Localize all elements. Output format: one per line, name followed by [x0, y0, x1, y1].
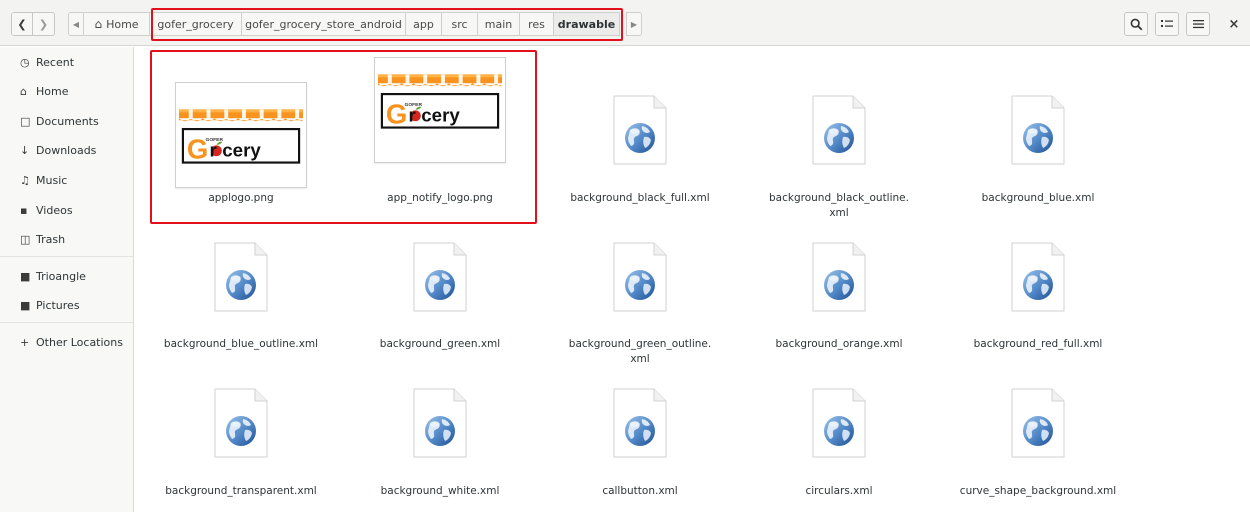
file-name: background_black_full.xml [550, 191, 730, 206]
image-thumbnail [175, 82, 307, 188]
close-icon: × [1228, 16, 1240, 32]
clock-icon: ◷ [20, 55, 30, 69]
file-name-line: background_blue_outline.xml [163, 338, 319, 350]
file-name: background_black_outline.xml [749, 191, 929, 221]
file-name-line: circulars.xml [805, 485, 873, 497]
xml-file-icon [613, 242, 667, 312]
sidebar-separator [0, 256, 134, 257]
folder-icon: ■ [20, 269, 31, 283]
home-icon: ⌂ [94, 17, 103, 31]
plus-icon: + [20, 335, 30, 349]
file-name: curve_shape_background.xml [948, 484, 1128, 499]
forward-button[interactable]: ❯ [33, 12, 55, 36]
back-button[interactable]: ❮ [11, 12, 33, 36]
image-thumbnail [374, 57, 506, 163]
file-name: background_blue.xml [948, 191, 1128, 206]
xml-file-icon [1011, 95, 1065, 165]
breadcrumb-scroll-right[interactable]: ▶ [626, 12, 642, 36]
xml-file-icon [1011, 388, 1065, 458]
breadcrumb-item-gofer-grocery[interactable]: gofer_grocery [150, 12, 242, 36]
sidebar-item-other-locations[interactable]: + Other Locations [0, 329, 134, 355]
trash-icon: ◫ [20, 232, 31, 246]
header-bar: ❮ ❯ ◀ ⌂ Home gofer_grocery gofer_grocery… [0, 0, 1250, 46]
file-name: callbutton.xml [550, 484, 730, 499]
file-name: background_white.xml [350, 484, 530, 499]
file-name-line: background_green_outline. [568, 338, 712, 350]
file-name-line: background_black_outline. [769, 192, 909, 204]
file-name-line: background_white.xml [380, 485, 500, 497]
sidebar-item-home[interactable]: ⌂ Home [0, 78, 134, 104]
xml-file-icon [812, 388, 866, 458]
sidebar-item-downloads[interactable]: ↓ Downloads [0, 137, 134, 163]
grocery-logo-image [376, 64, 504, 134]
file-name-line: callbutton.xml [602, 485, 678, 497]
xml-file-icon [812, 95, 866, 165]
view-options-button[interactable] [1155, 12, 1179, 36]
breadcrumb-item-drawable[interactable]: drawable [554, 12, 620, 36]
sidebar: ◷ Recent ⌂ Home □ Documents ↓ Downloads … [0, 47, 134, 512]
breadcrumb-scroll-left[interactable]: ◀ [68, 12, 84, 36]
file-name-line: background_orange.xml [775, 338, 903, 350]
xml-file-icon [214, 388, 268, 458]
sidebar-item-trioangle[interactable]: ■ Trioangle [0, 263, 134, 289]
sidebar-item-music[interactable]: ♫ Music [0, 167, 134, 193]
sidebar-item-videos[interactable]: ▪ Videos [0, 197, 134, 223]
breadcrumb-item-src[interactable]: src [442, 12, 478, 36]
music-icon: ♫ [20, 173, 30, 187]
breadcrumb-home[interactable]: ⌂ Home [84, 12, 150, 36]
sidebar-separator [0, 322, 134, 323]
home-icon: ⌂ [20, 84, 27, 98]
search-icon [1130, 18, 1142, 30]
xml-file-icon [413, 388, 467, 458]
triangle-left-icon: ◀ [72, 19, 80, 29]
file-name: background_transparent.xml [151, 484, 331, 499]
breadcrumb-item-app[interactable]: app [406, 12, 442, 36]
file-name-line: xml [829, 207, 849, 219]
xml-file-icon [1011, 242, 1065, 312]
xml-file-icon [613, 388, 667, 458]
xml-file-icon [812, 242, 866, 312]
file-name: applogo.png [151, 191, 331, 206]
file-name-line: background_red_full.xml [973, 338, 1103, 350]
file-name: background_blue_outline.xml [151, 337, 331, 352]
file-name: background_orange.xml [749, 337, 929, 352]
breadcrumb-item-main[interactable]: main [478, 12, 520, 36]
grocery-logo-image [177, 99, 305, 169]
file-name-line: app_notify_logo.png [387, 192, 493, 204]
chevron-left-icon: ❮ [17, 17, 27, 31]
hamburger-icon [1192, 20, 1204, 29]
file-name: background_green.xml [350, 337, 530, 352]
chevron-right-icon: ❯ [38, 17, 49, 31]
sidebar-item-recent[interactable]: ◷ Recent [0, 49, 134, 75]
video-icon: ▪ [20, 203, 28, 217]
sidebar-item-documents[interactable]: □ Documents [0, 108, 134, 134]
sidebar-item-pictures[interactable]: ■ Pictures [0, 292, 134, 318]
sidebar-item-trash[interactable]: ◫ Trash [0, 226, 134, 252]
folder-icon: ■ [20, 298, 31, 312]
search-button[interactable] [1124, 12, 1148, 36]
file-name-line: background_black_full.xml [570, 192, 710, 204]
breadcrumb-item-store-android[interactable]: gofer_grocery_store_android [242, 12, 406, 36]
xml-file-icon [214, 242, 268, 312]
xml-file-icon [613, 95, 667, 165]
file-name-line: background_transparent.xml [165, 485, 317, 497]
xml-file-icon [413, 242, 467, 312]
file-name-line: background_blue.xml [981, 192, 1095, 204]
breadcrumb-item-res[interactable]: res [520, 12, 554, 36]
file-name-line: curve_shape_background.xml [959, 485, 1117, 497]
document-icon: □ [20, 114, 31, 128]
file-name: background_green_outline.xml [550, 337, 730, 367]
file-name: circulars.xml [749, 484, 929, 499]
triangle-right-icon: ▶ [630, 19, 638, 29]
close-button[interactable]: × [1226, 14, 1242, 34]
file-name-line: xml [630, 353, 650, 365]
file-name-line: background_green.xml [379, 338, 501, 350]
file-name: app_notify_logo.png [350, 191, 530, 206]
menu-button[interactable] [1186, 12, 1210, 36]
file-name: background_red_full.xml [948, 337, 1128, 352]
download-icon: ↓ [20, 143, 30, 157]
list-view-icon [1161, 20, 1173, 27]
file-name-line: applogo.png [208, 192, 274, 204]
